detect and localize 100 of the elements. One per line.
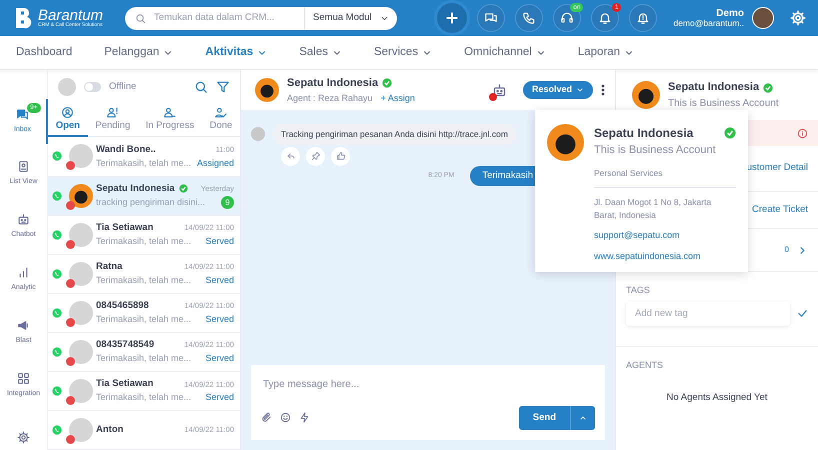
contact-name: Sepatu Indonesia: [668, 80, 760, 96]
whatsapp-icon: [52, 190, 62, 201]
status-label: Offline: [109, 80, 136, 94]
user-alert-icon: [106, 106, 120, 119]
contact-name: 08435748549: [96, 338, 154, 352]
business-category: Personal Services: [594, 166, 736, 188]
settings-icon: [17, 431, 30, 444]
empty-message: No Agents Assigned Yet: [666, 392, 768, 402]
conversation-tab[interactable]: Pending: [88, 103, 138, 138]
contact-name: Sepatu Indonesia: [96, 182, 175, 196]
contact-name: Wandi Bone..: [96, 142, 156, 157]
contact-name: Anton: [96, 422, 124, 437]
address-text: Jl. Daan Mogot 1 No 8, Jakarta Barat, Indonesia: [594, 196, 712, 221]
conversation-tab[interactable]: Open: [48, 103, 88, 138]
nav-menu-item[interactable]: Laporan: [578, 44, 634, 62]
phone-icon: [522, 11, 536, 25]
message-preview: Terimakasih, telah me...: [96, 391, 192, 404]
contact-name: Sepatu Indonesia: [594, 125, 694, 142]
account-type: This is Business Account: [668, 96, 779, 111]
unread-badge: 9: [221, 196, 234, 210]
section-label: AGENTS: [626, 359, 664, 372]
logo-text: Barantum: [38, 8, 104, 23]
pin-icon: [310, 151, 320, 162]
module-dropdown[interactable]: Semua Modul: [304, 6, 389, 30]
email-link[interactable]: support@sepatu.com: [594, 228, 736, 242]
whatsapp-icon: [52, 425, 62, 435]
nav-menu-item[interactable]: Services: [374, 44, 432, 62]
conversation-tab[interactable]: In Progress: [138, 103, 202, 138]
user-email: demo@barantum..: [673, 18, 744, 28]
ticket-count: 0: [784, 244, 789, 256]
nav-menu-item[interactable]: Aktivitas: [205, 44, 268, 62]
contact-name: Tia Setiawan: [96, 377, 154, 392]
search-icon: [135, 12, 146, 24]
contact-name: Sepatu Indonesia: [287, 76, 378, 91]
agent-label: Agent : Reza Rahayu: [287, 92, 373, 105]
add-button[interactable]: [437, 3, 468, 33]
user-check-icon: [214, 106, 228, 119]
message-preview: Terimakasih, telah me...: [96, 234, 192, 248]
lightning-icon: [299, 412, 310, 424]
whatsapp-icon: [52, 230, 62, 240]
message-preview: Terimakasih, telah me...: [96, 313, 192, 326]
tag-input[interactable]: Add new tag: [626, 302, 790, 326]
user-icon: [163, 106, 176, 119]
contact-name: Tia Setiawan: [96, 220, 154, 235]
whatsapp-icon: [52, 151, 62, 162]
thumbs-up-icon: [336, 151, 346, 162]
whatsapp-icon: [52, 386, 62, 396]
customer-detail-link[interactable]: ustomer Detail: [746, 161, 808, 176]
whatsapp-icon: [52, 308, 62, 318]
info-icon: [797, 128, 808, 138]
search-field[interactable]: Temukan data dalam CRM... Semua Modul: [125, 6, 398, 30]
nav-menu-item[interactable]: Dashboard: [16, 44, 72, 62]
chat-bubbles-icon: [484, 11, 498, 25]
message-preview: Terimakasih, telah me...: [96, 352, 192, 366]
bar-chart-icon: [17, 266, 30, 279]
pin-button[interactable]: [306, 146, 325, 166]
conversation-status: Served: [205, 352, 234, 366]
conversation-status: Served: [205, 391, 234, 404]
photo-placeholder: [547, 124, 584, 161]
robot-icon: [17, 212, 30, 226]
message-composer[interactable]: Type message here... Send: [251, 365, 605, 440]
photo-placeholder: [255, 78, 279, 102]
photo-placeholder: [632, 81, 660, 109]
message-bubble: Tracking pengiriman pesanan Anda disini http://trace.jnl.com: [273, 124, 516, 145]
nav-menu-item[interactable]: Omnichannel: [464, 44, 546, 62]
status-dropdown[interactable]: Resolved: [522, 81, 593, 99]
chevron-down-icon: [576, 86, 584, 94]
chat-button[interactable]: [477, 4, 506, 32]
logo-icon: [14, 7, 34, 29]
whatsapp-icon: [52, 268, 62, 279]
whatsapp-icon: [52, 346, 62, 357]
search-input[interactable]: Temukan data dalam CRM...: [154, 10, 296, 26]
call-button[interactable]: [515, 4, 544, 32]
search-icon: [194, 80, 208, 94]
nav-menu-item[interactable]: Sales: [299, 44, 342, 62]
bell-icon: [598, 11, 612, 25]
status-toggle[interactable]: [84, 82, 101, 92]
plus-icon: [444, 10, 460, 26]
create-ticket-link[interactable]: Create Ticket: [752, 202, 808, 218]
conversation-status: Served: [205, 313, 234, 326]
chat-bubbles-icon: [16, 108, 29, 121]
contact-card-icon: [17, 160, 30, 173]
like-button[interactable]: [331, 146, 350, 166]
check-icon: [797, 308, 808, 320]
message-preview: Terimakasih, telah me...: [96, 274, 192, 288]
robot-icon: [492, 82, 507, 98]
contact-name: Ratna: [96, 260, 122, 274]
alerts-button[interactable]: [629, 4, 658, 32]
settings-icon: [790, 10, 806, 26]
website-link[interactable]: www.sepatuindonesia.com: [594, 250, 736, 264]
more-icon[interactable]: [601, 84, 605, 96]
photo-placeholder: [752, 7, 774, 29]
conversation-status: Served: [205, 274, 234, 288]
assign-link[interactable]: + Assign: [380, 92, 415, 105]
avatar-placeholder: [251, 127, 265, 142]
conversation-tab[interactable]: Done: [202, 103, 240, 138]
emoji-icon: [280, 412, 291, 424]
nav-menu-item[interactable]: Pelanggan: [104, 44, 174, 62]
account-type: This is Business Account: [594, 143, 717, 158]
contact-name: 0845465898: [96, 298, 149, 313]
